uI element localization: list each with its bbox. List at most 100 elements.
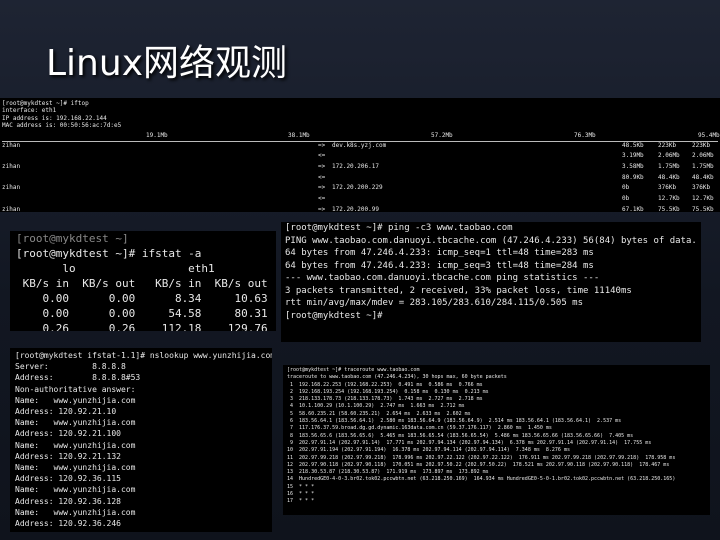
direction-arrow: => [318, 205, 326, 212]
terminal-line: Address: 120.92.36.246 [15, 519, 121, 529]
scale-tick: 95.4Mb [698, 131, 720, 139]
terminal-line: [root@mykdtest ~]# ifstat -a [16, 247, 202, 260]
terminal-line: Address: 120.92.21.100 [15, 429, 121, 439]
scale-tick: 57.2Mb [431, 131, 453, 139]
rate-10s: 75.5Kb [658, 205, 680, 212]
ifstat-terminal: [root@mykdtest ~] [root@mykdtest ~]# ifs… [10, 231, 276, 331]
direction-arrow: <= [318, 152, 326, 160]
rate-2s: 80.9Kb [622, 173, 644, 181]
direction-arrow: => [318, 184, 326, 192]
terminal-line: 0.00 0.00 54.58 80.31 [16, 307, 268, 320]
terminal-line: traceroute to www.taobao.com (47.246.4.2… [287, 374, 507, 381]
rate-2s: 67.1Kb [622, 205, 644, 212]
terminal-line: 11 202.97.99.218 (202.97.99.218) 178.996… [287, 454, 676, 461]
remote-host: dev.k8s.yzj.com [332, 141, 387, 149]
rate-2s: 0b [622, 195, 630, 203]
terminal-line: [root@mykdtest ~] [16, 232, 129, 245]
direction-arrow: => [318, 163, 326, 170]
scale-tick: 76.3Mb [574, 131, 596, 139]
host-name: zihan [2, 141, 21, 149]
direction-arrow: <= [318, 173, 326, 181]
rate-40s: 12.7Kb [692, 195, 714, 203]
terminal-line: Name: www.yunzhijia.com [15, 440, 136, 450]
rate-2s: 48.5Kb [622, 141, 644, 149]
terminal-line: Server: 8.8.8.8 [15, 362, 126, 372]
host-name: zihan [2, 205, 21, 212]
terminal-line: [root@mykdtest ~]# [285, 310, 388, 321]
terminal-line: Non-authoritative answer: [15, 384, 136, 394]
terminal-line: KB/s in KB/s out KB/s in KB/s out [16, 277, 268, 290]
rate-10s: 2.06Mb [658, 152, 680, 160]
terminal-line: Name: www.yunzhijia.com [15, 485, 136, 495]
terminal-line: interface: eth1 [2, 107, 57, 115]
remote-host: 172.20.200.229 [332, 184, 383, 192]
terminal-line: 6 183.56.64.1 (183.56.64.1) 2.580 ms 183… [287, 418, 622, 425]
nslookup-terminal: [root@mykdtest ifstat-1.1]# nslookup www… [10, 348, 272, 532]
slide-title: Linux网络观测 [46, 43, 287, 84]
terminal-line: Address: 120.92.21.10 [15, 407, 117, 417]
rate-40s: 2.06Mb [692, 152, 714, 160]
rate-40s: 75.5Kb [692, 205, 714, 212]
terminal-line: 2 192.168.193.254 (192.168.193.254) 0.15… [287, 388, 489, 395]
terminal-line: 14 HundredGE0-4-0-3.br02.tok02.pccwbtn.n… [287, 476, 676, 483]
connection-row: zihan => 172.20.200.229 0b 376Kb 376Kb [2, 184, 718, 195]
terminal-line: Address: 120.92.21.132 [15, 451, 121, 461]
terminal-line: 7 117.176.37.59.broad.dg.gd.dynamic.163d… [287, 425, 552, 432]
terminal-line: Name: www.yunzhijia.com [15, 395, 136, 405]
terminal-line: Address: 120.92.36.115 [15, 474, 121, 484]
terminal-line: Address: 8.8.8.8#53 [15, 373, 141, 383]
host-name: zihan [2, 163, 21, 170]
terminal-line: Name: www.yunzhijia.com [15, 418, 136, 428]
terminal-line: [root@mykdtest ifstat-1.1]# nslookup www… [15, 351, 272, 360]
connection-row: zihan => dev.k8s.yzj.com 48.5Kb 223Kb 223Kb [2, 142, 718, 153]
traceroute-terminal: [root@mykdtest ~]# traceroute www.taobao… [283, 365, 710, 515]
rate-2s: 3.19Mb [622, 152, 644, 160]
terminal-line: 3 packets transmitted, 2 received, 33% p… [285, 285, 632, 296]
terminal-line: 0.26 0.26 112.18 129.76 [16, 322, 268, 331]
terminal-line: Name: www.yunzhijia.com [15, 507, 136, 517]
connection-row: <= 3.19Mb 2.06Mb 2.06Mb [2, 152, 718, 163]
connection-row: zihan => 172.20.206.17 3.58Mb 1.75Mb 1.75Mb [2, 163, 718, 174]
terminal-line: 13 218.30.53.87 (218.30.53.87) 171.919 m… [287, 469, 489, 476]
connection-row: zihan => 172.20.200.99 67.1Kb 75.5Kb 75.5Kb [2, 206, 718, 212]
iftop-terminal: [root@mykdtest ~]# iftop interface: eth1… [0, 98, 720, 212]
terminal-line: 64 bytes from 47.246.4.233: icmp_seq=1 t… [285, 248, 594, 258]
rate-10s: 12.7Kb [658, 195, 680, 203]
host-name: zihan [2, 184, 21, 192]
terminal-line: 1 192.168.22.253 (192.168.22.253) 0.491 … [287, 381, 483, 388]
terminal-line: 8 183.56.65.6 (183.56.65.6) 5.465 ms 183… [287, 432, 634, 439]
terminal-line: 9 202.97.91.14 (202.97.91.14) 17.771 ms … [287, 439, 652, 446]
terminal-line: Address: 120.92.36.128 [15, 496, 121, 506]
terminal-line: rtt min/avg/max/mdev = 283.105/283.610/2… [285, 298, 584, 308]
terminal-line: 4 10.1.100.29 (10.1.100.29) 2.747 ms 1.6… [287, 403, 465, 410]
bandwidth-scale: 19.1Mb 38.1Mb 57.2Mb 76.3Mb 95.4Mb [2, 131, 720, 142]
connection-row: <= 80.9Kb 48.4Kb 48.4Kb [2, 174, 718, 185]
rate-40s: 48.4Kb [692, 173, 714, 181]
rate-2s: 3.58Mb [622, 163, 644, 170]
remote-host: 172.20.200.99 [332, 205, 379, 212]
rate-40s: 223Kb [692, 141, 711, 149]
scale-tick: 19.1Mb [146, 131, 168, 139]
terminal-line: 17 * * * [287, 498, 315, 505]
connection-row: <= 0b 12.7Kb 12.7Kb [2, 195, 718, 206]
scale-tick: 38.1Mb [288, 131, 310, 139]
terminal-line: --- www.taobao.com.danuoyi.tbcache.com p… [285, 273, 600, 283]
terminal-line: 64 bytes from 47.246.4.233: icmp_seq=3 t… [285, 260, 594, 271]
terminal-line: 15 * * * [287, 483, 315, 490]
terminal-line: lo eth1 [16, 262, 215, 275]
terminal-line: 10 202.97.91.194 (202.97.91.194) 16.378 … [287, 447, 570, 454]
direction-arrow: => [318, 141, 326, 149]
rate-10s: 1.75Mb [658, 163, 680, 170]
terminal-line: Name: www.yunzhijia.com [15, 463, 136, 473]
terminal-line: [root@mykdtest ~]# ping -c3 www.taobao.c… [285, 223, 513, 233]
terminal-line: 5 58.60.235.21 (58.60.235.21) 2.654 ms 2… [287, 410, 471, 417]
remote-host: 172.20.206.17 [332, 163, 379, 170]
terminal-line: 0.00 0.00 8.34 10.63 [16, 292, 268, 305]
rate-40s: 1.75Mb [692, 163, 714, 170]
terminal-line: 16 * * * [287, 491, 315, 498]
terminal-line: 12 202.97.90.118 (202.97.90.118) 170.051… [287, 461, 670, 468]
rate-40s: 376Kb [692, 184, 711, 192]
terminal-line: 3 218.133.178.73 (218.133.178.73) 1.743 … [287, 396, 483, 403]
direction-arrow: <= [318, 195, 326, 203]
terminal-line: [root@mykdtest ~]# traceroute www.taobao… [287, 367, 420, 373]
